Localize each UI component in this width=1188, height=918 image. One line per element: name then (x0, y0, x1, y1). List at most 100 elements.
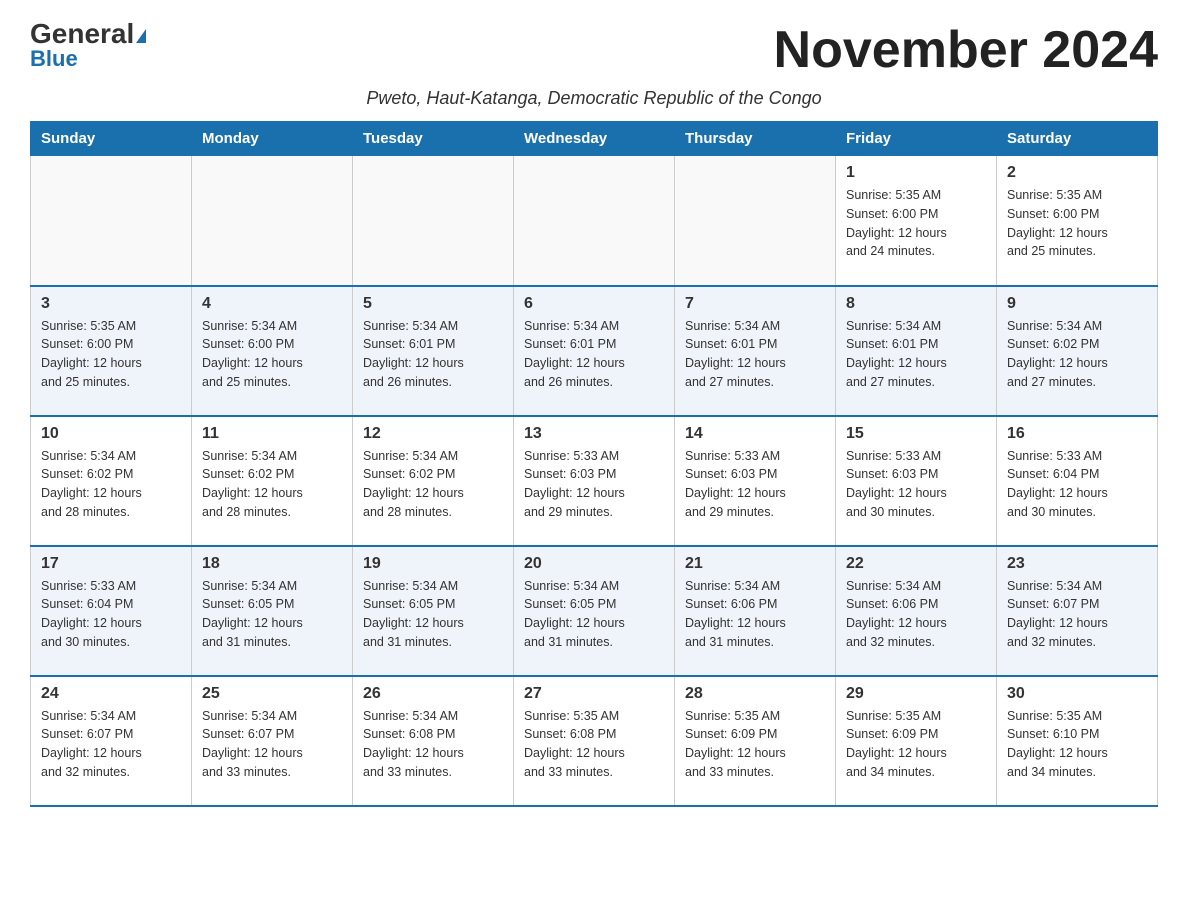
day-number: 10 (41, 425, 181, 443)
day-number: 28 (685, 685, 825, 703)
calendar-cell: 6 Sunrise: 5:34 AM Sunset: 6:01 PM Daylig… (514, 286, 675, 416)
day-number: 29 (846, 685, 986, 703)
calendar-cell: 19 Sunrise: 5:34 AM Sunset: 6:05 PM Dayli… (353, 546, 514, 676)
day-info: Sunrise: 5:34 AM Sunset: 6:06 PM Dayligh… (685, 577, 825, 652)
day-number: 13 (524, 425, 664, 443)
day-number: 4 (202, 295, 342, 313)
calendar-cell: 20 Sunrise: 5:34 AM Sunset: 6:05 PM Dayli… (514, 546, 675, 676)
calendar-cell: 13 Sunrise: 5:33 AM Sunset: 6:03 PM Dayli… (514, 416, 675, 546)
calendar-week-2: 3Sunrise: 5:35 AM Sunset: 6:00 PM Daylig… (31, 286, 1158, 416)
day-number: 6 (524, 295, 664, 313)
day-number: 19 (363, 555, 503, 573)
day-info: Sunrise: 5:33 AM Sunset: 6:03 PM Dayligh… (685, 447, 825, 522)
day-number: 5 (363, 295, 503, 313)
page-header: General Blue November 2024 (30, 20, 1158, 80)
calendar-cell: 5 Sunrise: 5:34 AM Sunset: 6:01 PM Daylig… (353, 286, 514, 416)
day-info: Sunrise: 5:34 AM Sunset: 6:02 PM Dayligh… (202, 447, 342, 522)
day-number: 14 (685, 425, 825, 443)
day-number: 1 (846, 164, 986, 182)
calendar-cell: 12 Sunrise: 5:34 AM Sunset: 6:02 PM Dayli… (353, 416, 514, 546)
calendar-cell: 17 Sunrise: 5:33 AM Sunset: 6:04 PM Dayli… (31, 546, 192, 676)
day-info: Sunrise: 5:33 AM Sunset: 6:04 PM Dayligh… (41, 577, 181, 652)
day-info: Sunrise: 5:35 AM Sunset: 6:08 PM Dayligh… (524, 707, 664, 782)
header-thursday: Thursday (675, 122, 836, 156)
calendar-cell: 14 Sunrise: 5:33 AM Sunset: 6:03 PM Dayli… (675, 416, 836, 546)
day-info: Sunrise: 5:34 AM Sunset: 6:01 PM Dayligh… (524, 317, 664, 392)
day-number: 15 (846, 425, 986, 443)
calendar-week-1: 1 Sunrise: 5:35 AM Sunset: 6:00 PM Daylig… (31, 156, 1158, 286)
day-number: 2 (1007, 164, 1147, 182)
calendar-cell: 7 Sunrise: 5:34 AM Sunset: 6:01 PM Daylig… (675, 286, 836, 416)
calendar-cell: 27 Sunrise: 5:35 AM Sunset: 6:08 PM Dayli… (514, 676, 675, 806)
calendar-cell: 4Sunrise: 5:34 AM Sunset: 6:00 PM Daylig… (192, 286, 353, 416)
day-number: 17 (41, 555, 181, 573)
day-number: 21 (685, 555, 825, 573)
calendar-cell (675, 156, 836, 286)
day-info: Sunrise: 5:34 AM Sunset: 6:07 PM Dayligh… (41, 707, 181, 782)
day-info: Sunrise: 5:34 AM Sunset: 6:05 PM Dayligh… (202, 577, 342, 652)
header-saturday: Saturday (997, 122, 1158, 156)
header-sunday: Sunday (31, 122, 192, 156)
logo-text: General (30, 20, 146, 48)
calendar-cell: 25 Sunrise: 5:34 AM Sunset: 6:07 PM Dayli… (192, 676, 353, 806)
day-info: Sunrise: 5:35 AM Sunset: 6:09 PM Dayligh… (846, 707, 986, 782)
day-number: 7 (685, 295, 825, 313)
calendar-cell: 28 Sunrise: 5:35 AM Sunset: 6:09 PM Dayli… (675, 676, 836, 806)
day-info: Sunrise: 5:34 AM Sunset: 6:01 PM Dayligh… (363, 317, 503, 392)
calendar-cell: 21 Sunrise: 5:34 AM Sunset: 6:06 PM Dayli… (675, 546, 836, 676)
day-number: 12 (363, 425, 503, 443)
header-wednesday: Wednesday (514, 122, 675, 156)
day-info: Sunrise: 5:34 AM Sunset: 6:02 PM Dayligh… (363, 447, 503, 522)
day-number: 30 (1007, 685, 1147, 703)
calendar-cell: 23 Sunrise: 5:34 AM Sunset: 6:07 PM Dayli… (997, 546, 1158, 676)
calendar-cell: 15 Sunrise: 5:33 AM Sunset: 6:03 PM Dayli… (836, 416, 997, 546)
day-info: Sunrise: 5:34 AM Sunset: 6:01 PM Dayligh… (846, 317, 986, 392)
calendar-cell: 22Sunrise: 5:34 AM Sunset: 6:06 PM Dayli… (836, 546, 997, 676)
calendar-cell: 3Sunrise: 5:35 AM Sunset: 6:00 PM Daylig… (31, 286, 192, 416)
calendar-table: SundayMondayTuesdayWednesdayThursdayFrid… (30, 121, 1158, 807)
calendar-cell: 1 Sunrise: 5:35 AM Sunset: 6:00 PM Daylig… (836, 156, 997, 286)
header-monday: Monday (192, 122, 353, 156)
day-info: Sunrise: 5:34 AM Sunset: 6:05 PM Dayligh… (363, 577, 503, 652)
day-info: Sunrise: 5:34 AM Sunset: 6:06 PM Dayligh… (846, 577, 986, 652)
day-number: 23 (1007, 555, 1147, 573)
day-info: Sunrise: 5:34 AM Sunset: 6:02 PM Dayligh… (41, 447, 181, 522)
calendar-week-3: 10 Sunrise: 5:34 AM Sunset: 6:02 PM Dayli… (31, 416, 1158, 546)
calendar-cell: 9 Sunrise: 5:34 AM Sunset: 6:02 PM Daylig… (997, 286, 1158, 416)
day-info: Sunrise: 5:35 AM Sunset: 6:00 PM Dayligh… (846, 186, 986, 261)
header-friday: Friday (836, 122, 997, 156)
day-number: 20 (524, 555, 664, 573)
day-number: 3 (41, 295, 181, 313)
day-info: Sunrise: 5:33 AM Sunset: 6:03 PM Dayligh… (846, 447, 986, 522)
calendar-cell: 10 Sunrise: 5:34 AM Sunset: 6:02 PM Dayli… (31, 416, 192, 546)
logo: General Blue (30, 20, 146, 72)
day-number: 27 (524, 685, 664, 703)
day-info: Sunrise: 5:33 AM Sunset: 6:03 PM Dayligh… (524, 447, 664, 522)
day-number: 8 (846, 295, 986, 313)
calendar-cell: 8 Sunrise: 5:34 AM Sunset: 6:01 PM Daylig… (836, 286, 997, 416)
calendar-cell (353, 156, 514, 286)
day-info: Sunrise: 5:33 AM Sunset: 6:04 PM Dayligh… (1007, 447, 1147, 522)
day-info: Sunrise: 5:34 AM Sunset: 6:07 PM Dayligh… (1007, 577, 1147, 652)
day-info: Sunrise: 5:35 AM Sunset: 6:09 PM Dayligh… (685, 707, 825, 782)
day-number: 9 (1007, 295, 1147, 313)
day-number: 11 (202, 425, 342, 443)
day-number: 18 (202, 555, 342, 573)
day-info: Sunrise: 5:34 AM Sunset: 6:05 PM Dayligh… (524, 577, 664, 652)
calendar-cell: 18 Sunrise: 5:34 AM Sunset: 6:05 PM Dayli… (192, 546, 353, 676)
calendar-cell: 29 Sunrise: 5:35 AM Sunset: 6:09 PM Dayli… (836, 676, 997, 806)
calendar-header-row: SundayMondayTuesdayWednesdayThursdayFrid… (31, 122, 1158, 156)
day-info: Sunrise: 5:34 AM Sunset: 6:08 PM Dayligh… (363, 707, 503, 782)
calendar-cell: 11 Sunrise: 5:34 AM Sunset: 6:02 PM Dayli… (192, 416, 353, 546)
calendar-cell: 2 Sunrise: 5:35 AM Sunset: 6:00 PM Daylig… (997, 156, 1158, 286)
day-info: Sunrise: 5:35 AM Sunset: 6:00 PM Dayligh… (1007, 186, 1147, 261)
header-tuesday: Tuesday (353, 122, 514, 156)
day-info: Sunrise: 5:34 AM Sunset: 6:01 PM Dayligh… (685, 317, 825, 392)
day-info: Sunrise: 5:34 AM Sunset: 6:02 PM Dayligh… (1007, 317, 1147, 392)
day-info: Sunrise: 5:34 AM Sunset: 6:07 PM Dayligh… (202, 707, 342, 782)
calendar-week-4: 17 Sunrise: 5:33 AM Sunset: 6:04 PM Dayli… (31, 546, 1158, 676)
page-title: November 2024 (774, 20, 1158, 80)
calendar-cell: 16Sunrise: 5:33 AM Sunset: 6:04 PM Dayli… (997, 416, 1158, 546)
day-number: 25 (202, 685, 342, 703)
day-info: Sunrise: 5:35 AM Sunset: 6:10 PM Dayligh… (1007, 707, 1147, 782)
